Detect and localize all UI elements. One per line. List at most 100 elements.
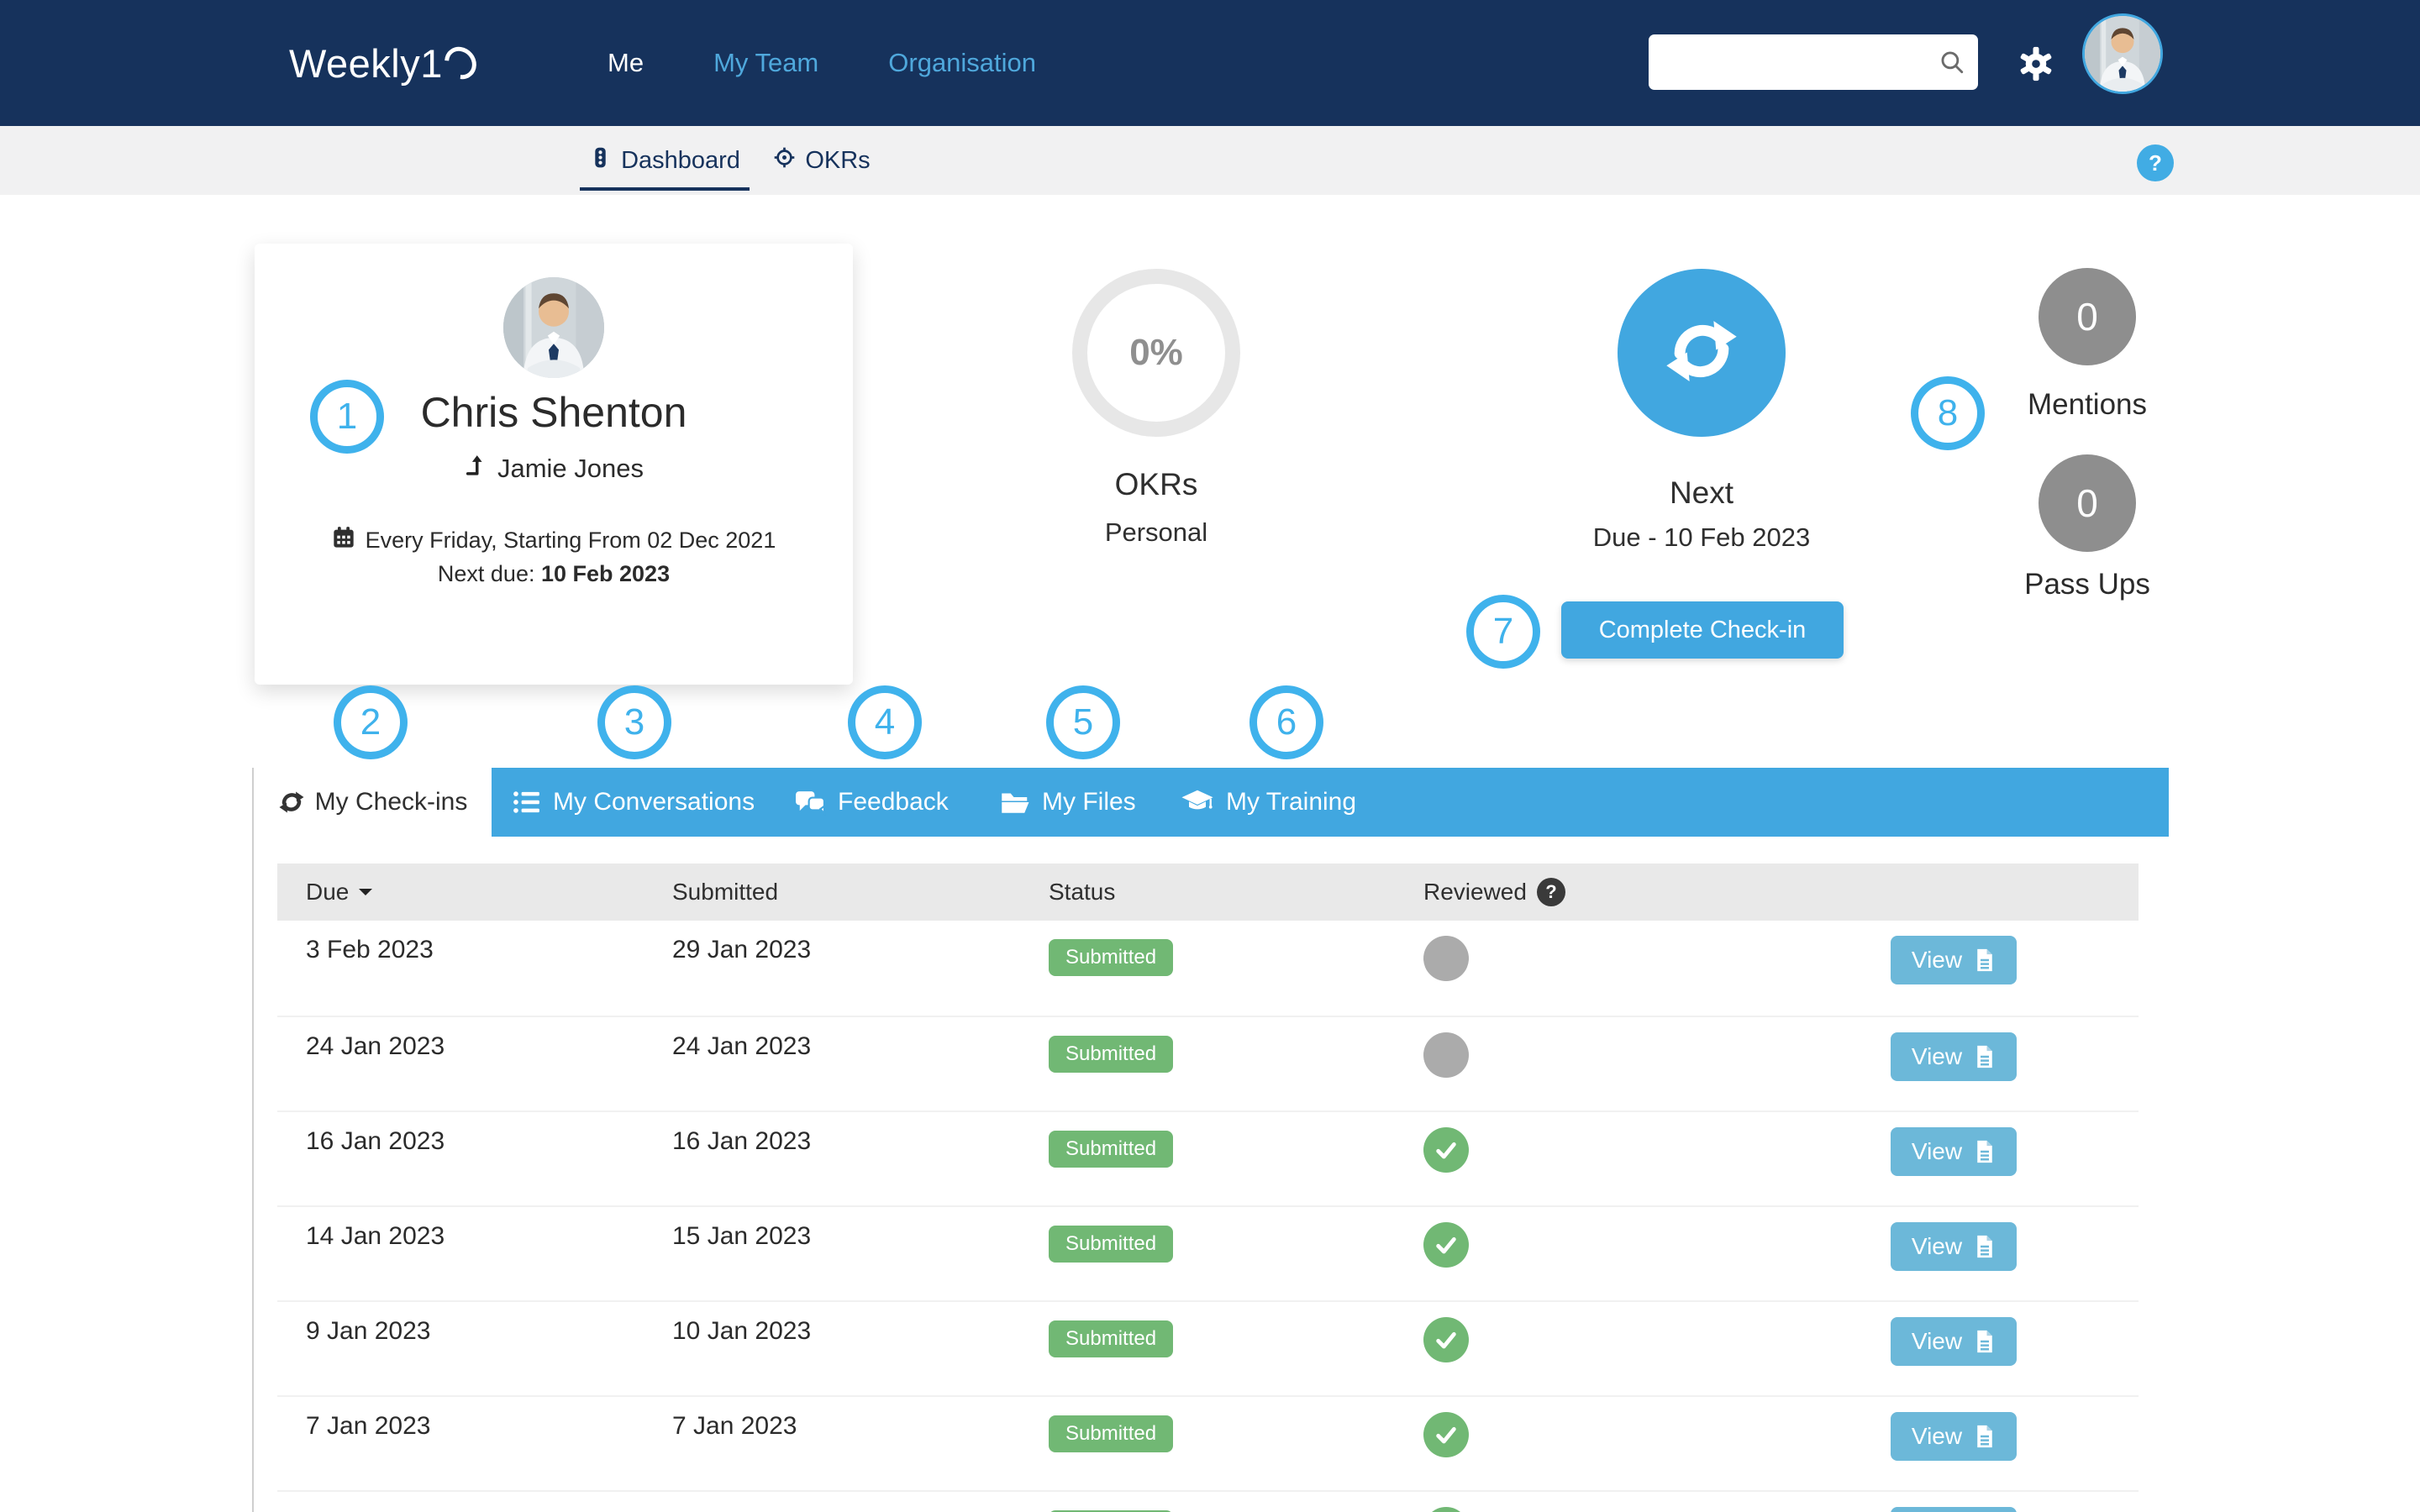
table-body: 3 Feb 2023 29 Jan 2023 Submitted View 24… (277, 921, 2139, 1512)
row-submitted-date: 16 Jan 2023 (672, 1112, 1049, 1205)
row-due-date: 24 Jan 2023 (277, 1017, 672, 1110)
next-checkin-title: Next (1618, 475, 1786, 511)
column-header-submitted: Submitted (672, 879, 1049, 906)
row-reviewed-cell (1423, 1017, 1776, 1110)
profile-schedule-row: Every Friday, Starting From 02 Dec 2021 (255, 526, 853, 555)
top-nav: Weekly1 Me My Team Organisation (0, 0, 2420, 126)
tab-my-checkins[interactable]: My Check-ins (252, 768, 492, 837)
row-reviewed-cell (1423, 1302, 1776, 1395)
profile-card: Chris Shenton Jamie Jones Every Friday, … (255, 244, 853, 685)
sort-caret-down-icon (359, 889, 372, 902)
view-button[interactable]: View (1891, 1412, 2017, 1461)
row-status-cell: Submitted (1049, 1207, 1423, 1300)
okr-progress-ring: 0% (1072, 269, 1240, 437)
table-row: 7 Jan 2023 7 Jan 2023 Submitted View (277, 1395, 2139, 1490)
row-actions-cell: View (1776, 1397, 2139, 1490)
tab-my-training[interactable]: My Training (1181, 768, 1356, 837)
graduation-cap-icon (1181, 789, 1214, 816)
document-icon (1974, 1139, 1996, 1164)
next-due-date: 10 Feb 2023 (541, 561, 670, 586)
view-button[interactable]: View (1891, 1317, 2017, 1366)
callout-5: 5 (1046, 685, 1120, 759)
help-icon[interactable]: ? (2137, 144, 2174, 181)
row-status-cell: Submitted (1049, 1492, 1423, 1512)
nav-me[interactable]: Me (608, 48, 644, 78)
row-submitted-date: 10 Jan 2023 (672, 1302, 1049, 1395)
tab-dashboard-label: Dashboard (621, 147, 740, 175)
row-reviewed-cell (1423, 1492, 1776, 1512)
reviewed-indicator (1423, 936, 1469, 981)
app-logo: Weekly1 (289, 0, 476, 126)
reviewed-indicator (1423, 1507, 1469, 1512)
row-due-date: 16 Jan 2023 (277, 1112, 672, 1205)
mentions-value: 0 (2076, 294, 2098, 339)
profile-avatar (503, 277, 604, 378)
level-up-arrow-icon (464, 454, 487, 484)
row-actions-cell: View (1776, 1492, 2139, 1512)
settings-gear-icon[interactable] (2018, 46, 2054, 81)
view-button-label: View (1912, 1423, 1962, 1450)
user-avatar[interactable] (2082, 13, 2163, 94)
search-icon[interactable] (1938, 48, 1966, 76)
tab-my-checkins-label: My Check-ins (315, 788, 468, 816)
tab-feedback[interactable]: Feedback (794, 768, 949, 837)
view-button-label: View (1912, 1043, 1962, 1070)
mentions-label: Mentions (1986, 388, 2188, 422)
nav-organisation[interactable]: Organisation (888, 48, 1036, 78)
checkins-table: Due Submitted Status Reviewed ? 3 Feb 20… (277, 864, 2139, 1512)
row-status-cell: Submitted (1049, 1017, 1423, 1110)
document-icon (1974, 948, 1996, 973)
tab-okrs[interactable]: OKRs (771, 126, 872, 195)
profile-schedule-text: Every Friday, Starting From 02 Dec 2021 (366, 528, 776, 554)
row-status-cell: Submitted (1049, 1302, 1423, 1395)
callout-4: 4 (848, 685, 922, 759)
list-icon (513, 788, 541, 816)
view-button[interactable]: View (1891, 1032, 2017, 1081)
view-button[interactable]: View (1891, 1507, 2017, 1512)
row-submitted-date: 29 Jan 2023 (672, 921, 1049, 1016)
row-status-cell: Submitted (1049, 921, 1423, 1016)
callout-7: 7 (1466, 595, 1540, 669)
reviewed-indicator (1423, 1412, 1469, 1457)
row-actions-cell: View (1776, 921, 2139, 1016)
status-badge: Submitted (1049, 1036, 1173, 1073)
document-icon (1974, 1234, 1996, 1259)
view-button[interactable]: View (1891, 1222, 2017, 1271)
table-row: 3 Feb 2023 29 Jan 2023 Submitted View (277, 921, 2139, 1016)
complete-checkin-button[interactable]: Complete Check-in (1561, 601, 1844, 659)
tab-my-files[interactable]: My Files (1000, 768, 1136, 837)
next-due-label: Next due: (438, 561, 535, 586)
view-button[interactable]: View (1891, 1127, 2017, 1176)
document-icon (1974, 1329, 1996, 1354)
row-reviewed-cell (1423, 921, 1776, 1016)
profile-manager-name: Jamie Jones (497, 454, 644, 484)
status-badge: Submitted (1049, 1226, 1173, 1263)
folder-open-icon (1000, 790, 1030, 815)
callout-2: 2 (334, 685, 408, 759)
tab-my-training-label: My Training (1226, 788, 1356, 816)
nav-my-team[interactable]: My Team (713, 48, 818, 78)
passups-label: Pass Ups (1986, 568, 2188, 601)
tab-my-conversations[interactable]: My Conversations (513, 768, 755, 837)
reviewed-indicator (1423, 1317, 1469, 1362)
reviewed-help-icon[interactable]: ? (1537, 878, 1565, 906)
submitted-header-label: Submitted (672, 879, 778, 906)
search-input[interactable] (1649, 49, 1938, 76)
row-due-date: 9 Jan 2023 (277, 1302, 672, 1395)
row-reviewed-cell (1423, 1207, 1776, 1300)
row-submitted-date: 24 Jan 2023 (672, 1017, 1049, 1110)
tab-dashboard[interactable]: Dashboard (580, 126, 750, 195)
table-row: 9 Jan 2023 10 Jan 2023 Submitted View (277, 1300, 2139, 1395)
active-tab-underline (580, 187, 750, 191)
callout-1: 1 (310, 380, 384, 454)
row-reviewed-cell (1423, 1397, 1776, 1490)
document-icon (1974, 1044, 1996, 1069)
row-actions-cell: View (1776, 1207, 2139, 1300)
row-due-date: 14 Jan 2023 (277, 1207, 672, 1300)
row-status-cell: Submitted (1049, 1112, 1423, 1205)
column-header-due[interactable]: Due (277, 879, 672, 906)
sub-nav: Dashboard OKRs (0, 126, 2420, 195)
check-icon (1433, 1137, 1460, 1163)
view-button[interactable]: View (1891, 936, 2017, 984)
check-icon (1433, 1231, 1460, 1258)
